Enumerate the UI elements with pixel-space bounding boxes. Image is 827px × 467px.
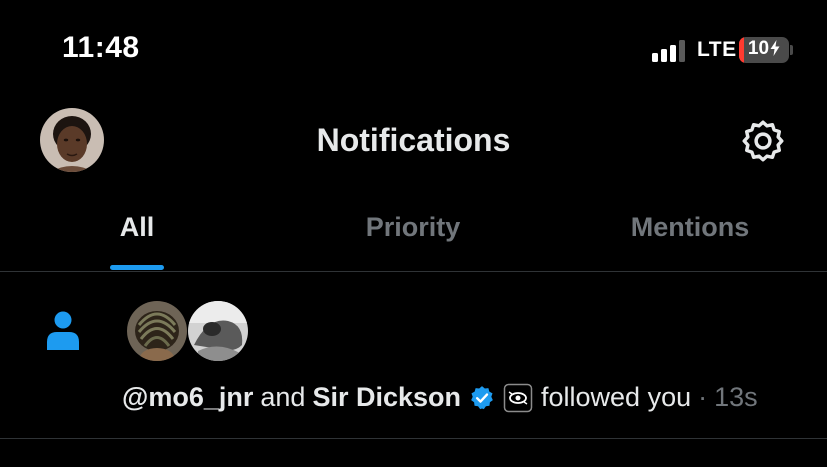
follower-avatar-image — [188, 301, 248, 361]
notification-separator: · — [698, 382, 708, 412]
tab-all[interactable]: All — [100, 212, 174, 252]
network-type: LTE — [697, 38, 737, 61]
follower-name-2[interactable]: Sir Dickson — [312, 382, 461, 413]
follower-avatar-mo6-jnr[interactable] — [127, 301, 187, 361]
battery-indicator: 10 — [739, 37, 789, 63]
lightning-bolt-icon — [770, 40, 780, 56]
follower-avatar-sir-dickson[interactable] — [188, 301, 248, 361]
verified-badge-icon — [471, 385, 493, 409]
page-title: Notifications — [316, 122, 511, 158]
active-tab-indicator — [110, 265, 164, 270]
notification-action: followed you — [541, 382, 692, 412]
notification-conjunction: and — [260, 382, 306, 412]
gear-icon — [742, 120, 784, 162]
settings-button[interactable] — [740, 118, 786, 164]
tab-priority[interactable]: Priority — [343, 212, 483, 252]
follower-avatar-image — [127, 301, 187, 361]
signal-strength-icon — [652, 40, 685, 62]
notification-divider — [0, 438, 827, 439]
battery-level: 10 — [747, 38, 770, 59]
status-time: 11:48 — [62, 31, 140, 64]
battery-text: 10 — [739, 38, 789, 60]
notification-text: @mo6_jnr and Sir Dickson followed you · … — [122, 382, 758, 413]
follower-name-1[interactable]: @mo6_jnr — [122, 382, 253, 413]
person-icon — [47, 311, 79, 350]
notification-time: 13s — [714, 382, 758, 412]
affiliate-icon — [503, 383, 533, 412]
tabs-divider — [0, 271, 827, 272]
battery-cap — [790, 45, 793, 55]
tab-mentions[interactable]: Mentions — [610, 212, 770, 252]
